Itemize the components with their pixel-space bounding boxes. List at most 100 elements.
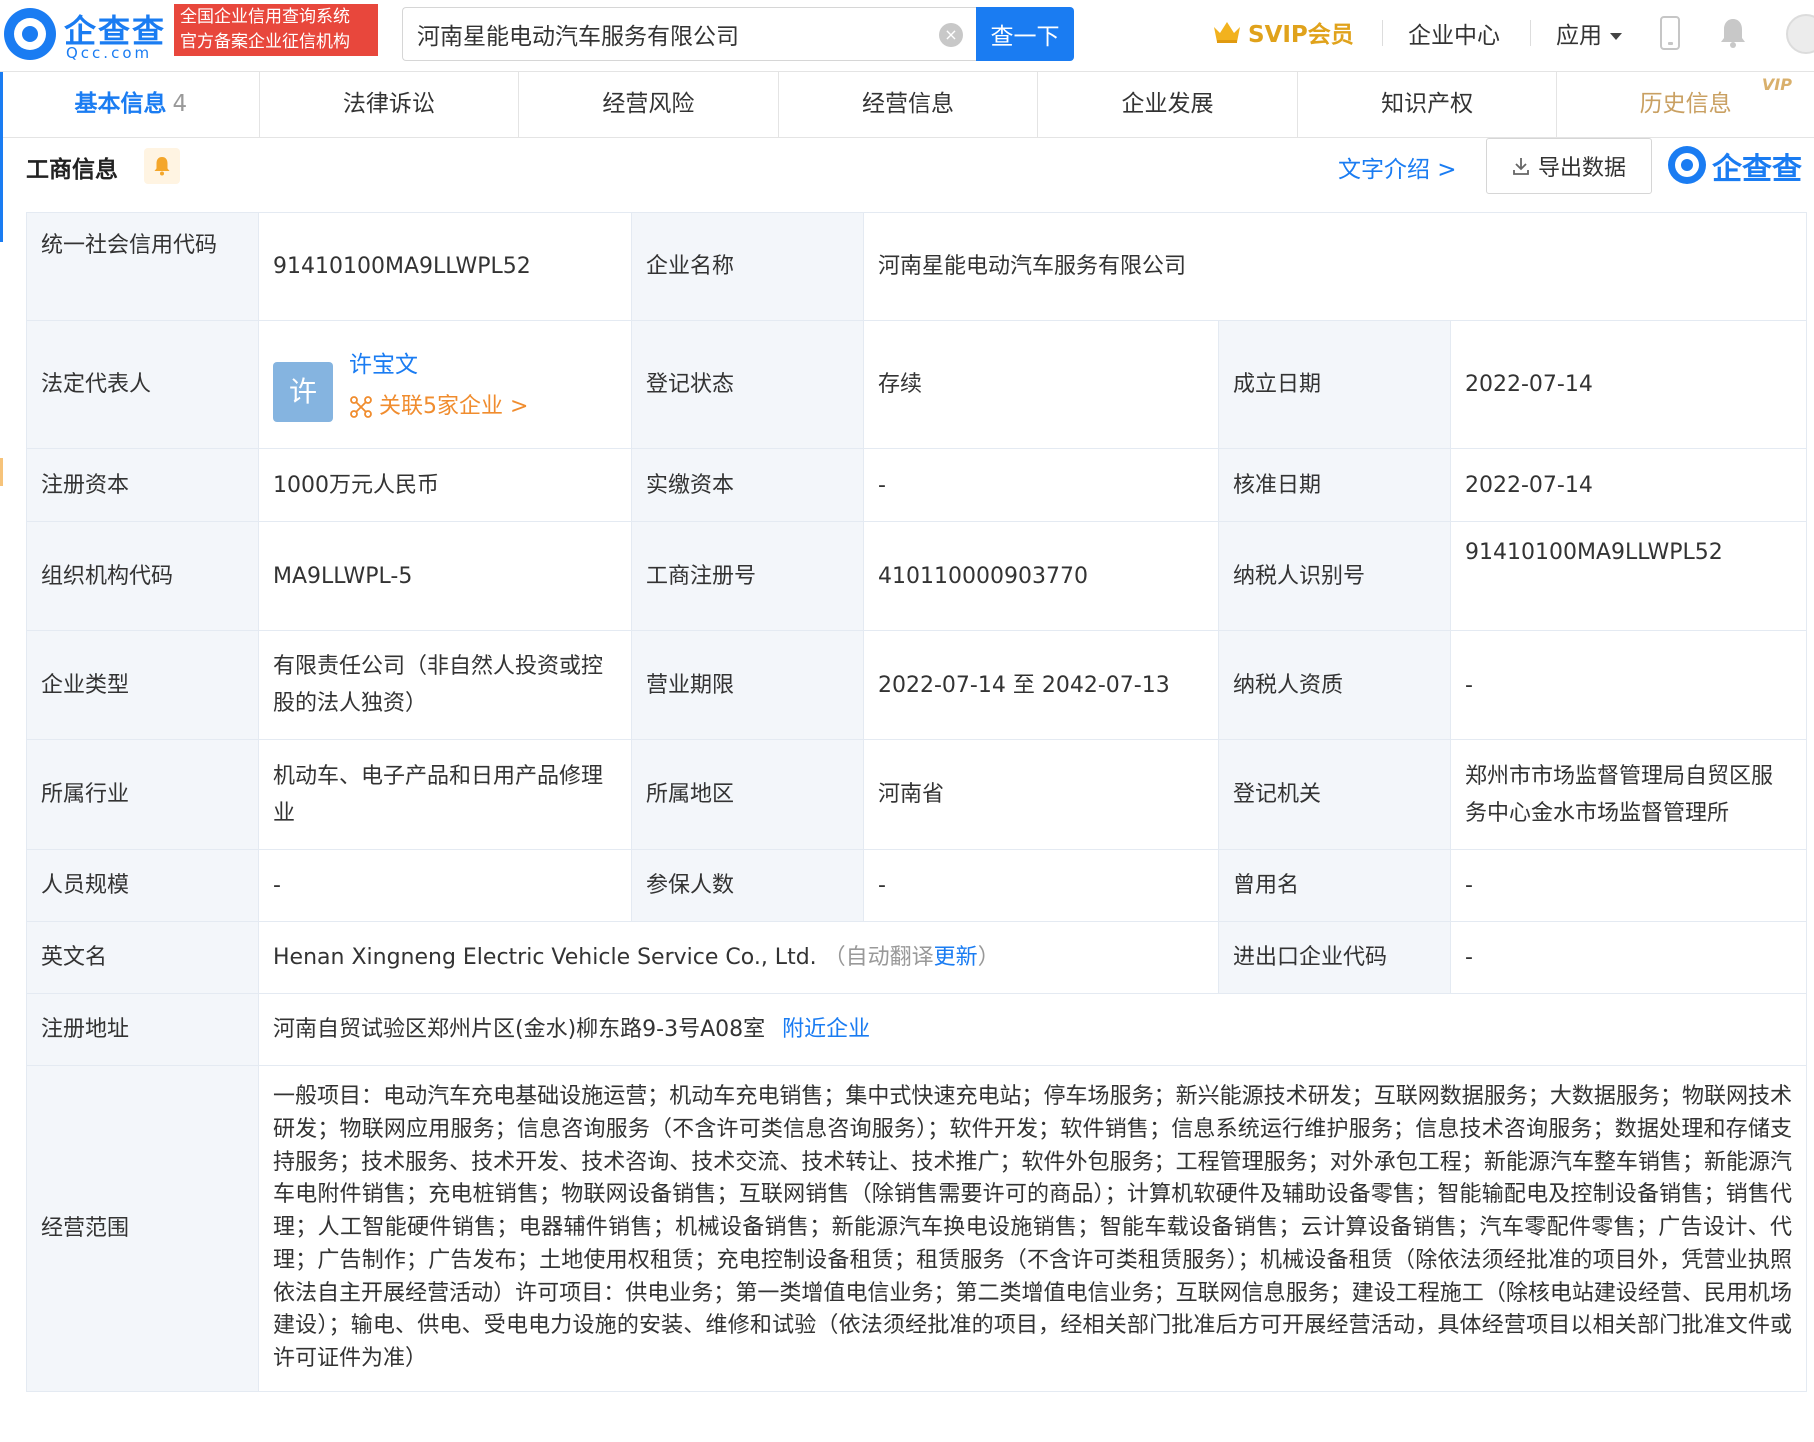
approval-date-value: 2022-07-14 bbox=[1449, 448, 1808, 522]
tab-development[interactable]: 企业发展 bbox=[1038, 72, 1298, 138]
monitor-bell-icon[interactable] bbox=[144, 148, 180, 184]
vip-tag: VIP bbox=[1761, 75, 1792, 94]
tab-ip[interactable]: 知识产权 bbox=[1298, 72, 1558, 138]
svip-member-link[interactable]: SVIP会员 bbox=[1212, 14, 1354, 50]
address-cell: 河南自贸试验区郑州片区(金水)柳东路9-3号A08室 附近企业 bbox=[257, 993, 1808, 1066]
brand-text: 企查查 bbox=[1712, 152, 1802, 187]
tab-label: 历史信息 bbox=[1639, 91, 1732, 117]
related-companies-link[interactable]: 关联5家企业 > bbox=[349, 392, 528, 422]
paid-capital-value: - bbox=[863, 448, 1219, 522]
legal-rep-name-link[interactable]: 许宝文 bbox=[349, 350, 418, 380]
tab-history[interactable]: 历史信息 VIP bbox=[1557, 72, 1814, 138]
update-link[interactable]: 更新 bbox=[934, 945, 978, 970]
download-icon bbox=[1513, 158, 1529, 175]
bell-icon[interactable] bbox=[1718, 16, 1748, 50]
former-name-value: - bbox=[1449, 849, 1808, 922]
company-name-value: 河南星能电动汽车服务有限公司 bbox=[862, 212, 1808, 321]
tab-bar: 基本信息 4 法律诉讼 经营风险 经营信息 企业发展 知识产权 历史信息 VIP bbox=[0, 72, 1814, 138]
former-name-label: 曾用名 bbox=[1218, 849, 1451, 922]
auto-translate-close: ） bbox=[977, 945, 1000, 970]
table-row: 人员规模 - 参保人数 - 曾用名 - bbox=[26, 849, 1808, 922]
company-type-label: 企业类型 bbox=[26, 630, 259, 740]
tab-label: 知识产权 bbox=[1381, 91, 1474, 117]
tagline-line1: 全国企业信用查询系统 bbox=[180, 7, 350, 27]
staff-size-label: 人员规模 bbox=[26, 849, 259, 922]
address-label: 注册地址 bbox=[26, 993, 259, 1066]
legal-rep-cell: 许 许宝文 关联5家企业 > bbox=[258, 320, 632, 449]
table-row: 统一社会信用代码 91410100MA9LLWPL52 企业名称 河南星能电动汽… bbox=[26, 212, 1808, 321]
top-bar: 企查查 Qcc.com 全国企业信用查询系统 官方备案企业征信机构 × 查一下 … bbox=[0, 0, 1814, 72]
search-box: × bbox=[402, 7, 976, 61]
apps-menu[interactable]: 应用 bbox=[1556, 16, 1622, 50]
region-value: 河南省 bbox=[863, 739, 1219, 850]
search-button[interactable]: 查一下 bbox=[976, 7, 1074, 61]
status-label: 登记状态 bbox=[631, 320, 864, 449]
chevron-down-icon bbox=[1610, 33, 1622, 40]
table-row: 英文名 Henan Xingneng Electric Vehicle Serv… bbox=[26, 921, 1808, 994]
nearby-companies-link[interactable]: 附近企业 bbox=[782, 1017, 870, 1042]
tab-count: 4 bbox=[172, 91, 188, 117]
table-row: 组织机构代码 MA9LLWPL-5 工商注册号 410110000903770 … bbox=[26, 521, 1808, 631]
svip-label: SVIP会员 bbox=[1248, 22, 1354, 48]
text-intro-link[interactable]: 文字介绍 > bbox=[1338, 150, 1457, 184]
english-name-cell: Henan Xingneng Electric Vehicle Service … bbox=[258, 921, 1219, 994]
taxpayer-id-value: 91410100MA9LLWPL52 bbox=[1449, 521, 1808, 631]
taxpayer-id-label: 纳税人识别号 bbox=[1218, 521, 1451, 631]
term-value: 2022-07-14 至 2042-07-13 bbox=[863, 630, 1219, 740]
divider bbox=[1530, 20, 1531, 46]
tab-label: 基本信息 bbox=[74, 91, 167, 117]
section-title: 工商信息 bbox=[26, 157, 118, 183]
reg-capital-value: 1000万元人民币 bbox=[258, 448, 632, 522]
credit-code-label: 统一社会信用代码 bbox=[26, 212, 259, 321]
region-label: 所属地区 bbox=[631, 739, 864, 850]
org-code-value: MA9LLWPL-5 bbox=[258, 521, 632, 631]
industry-label: 所属行业 bbox=[26, 739, 259, 850]
paid-capital-label: 实缴资本 bbox=[631, 448, 864, 522]
reg-no-value: 410110000903770 bbox=[863, 521, 1219, 631]
apps-label: 应用 bbox=[1556, 23, 1602, 49]
left-strip bbox=[0, 138, 8, 1442]
table-row: 企业类型 有限责任公司（非自然人投资或控股的法人独资） 营业期限 2022-07… bbox=[26, 630, 1808, 740]
taxpayer-qual-label: 纳税人资质 bbox=[1218, 630, 1451, 740]
credit-code-value: 91410100MA9LLWPL52 bbox=[258, 212, 632, 321]
enterprise-center-link[interactable]: 企业中心 bbox=[1408, 16, 1500, 50]
import-export-value: - bbox=[1449, 921, 1808, 994]
legal-rep-avatar[interactable]: 许 bbox=[273, 361, 333, 422]
user-avatar[interactable] bbox=[1786, 14, 1814, 54]
approval-date-label: 核准日期 bbox=[1218, 448, 1451, 522]
table-row: 法定代表人 许 许宝文 关联5家企业 > 登记状态 存续 成立日期 2022-0… bbox=[26, 320, 1808, 449]
qcc-brand-logo: 企查查 bbox=[1668, 142, 1814, 190]
qcc-logo[interactable]: 企查查 Qcc.com bbox=[4, 6, 174, 66]
export-data-button[interactable]: 导出数据 bbox=[1486, 138, 1652, 194]
tab-label: 企业发展 bbox=[1121, 91, 1214, 117]
related-companies-label: 关联5家企业 > bbox=[379, 393, 529, 419]
scope-label: 经营范围 bbox=[26, 1065, 259, 1392]
reg-no-label: 工商注册号 bbox=[631, 521, 864, 631]
tagline-badge: 全国企业信用查询系统 官方备案企业征信机构 bbox=[174, 4, 378, 56]
tab-label: 经营风险 bbox=[602, 91, 695, 117]
company-type-value: 有限责任公司（非自然人投资或控股的法人独资） bbox=[258, 630, 632, 740]
scope-value: 一般项目：电动汽车充电基础设施运营；机动车充电销售；集中式快速充电站；停车场服务… bbox=[257, 1065, 1808, 1392]
founded-label: 成立日期 bbox=[1218, 320, 1451, 449]
tab-business-risk[interactable]: 经营风险 bbox=[519, 72, 779, 138]
logo-domain: Qcc.com bbox=[66, 44, 153, 62]
table-row: 注册资本 1000万元人民币 实缴资本 - 核准日期 2022-07-14 bbox=[26, 448, 1808, 522]
term-label: 营业期限 bbox=[631, 630, 864, 740]
company-name-label: 企业名称 bbox=[631, 212, 864, 321]
industry-value: 机动车、电子产品和日用产品修理业 bbox=[258, 739, 632, 850]
tab-label: 法律诉讼 bbox=[342, 91, 435, 117]
phone-icon[interactable] bbox=[1660, 16, 1680, 50]
reg-authority-value: 郑州市市场监督管理局自贸区服务中心金水市场监督管理所 bbox=[1449, 739, 1808, 850]
tab-business-info[interactable]: 经营信息 bbox=[779, 72, 1039, 138]
divider bbox=[1382, 20, 1383, 46]
table-row: 所属行业 机动车、电子产品和日用产品修理业 所属地区 河南省 登记机关 郑州市市… bbox=[26, 739, 1808, 850]
tagline-line2: 官方备案企业征信机构 bbox=[180, 32, 350, 52]
taxpayer-qual-value: - bbox=[1449, 630, 1808, 740]
tab-legal-litigation[interactable]: 法律诉讼 bbox=[260, 72, 520, 138]
qcc-logo-icon bbox=[4, 8, 56, 60]
tab-basic-info[interactable]: 基本信息 4 bbox=[0, 72, 260, 138]
clear-icon[interactable]: × bbox=[939, 23, 963, 47]
insured-label: 参保人数 bbox=[631, 849, 864, 922]
search-input[interactable] bbox=[417, 16, 917, 52]
crown-icon bbox=[1212, 19, 1242, 45]
